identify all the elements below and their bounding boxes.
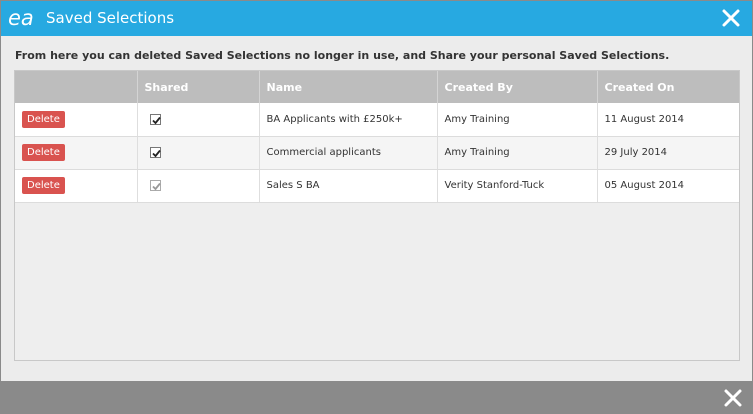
- name-cell: Sales S BA: [259, 169, 438, 203]
- header-row: Shared Name Created By Created On: [15, 71, 739, 103]
- delete-button[interactable]: Delete: [22, 144, 65, 161]
- checkmark-icon: [151, 182, 161, 191]
- dialog-footer: [1, 381, 752, 414]
- delete-button[interactable]: Delete: [22, 110, 65, 128]
- shared-checkbox[interactable]: [149, 113, 161, 125]
- saved-selections-grid: Shared Name Created By Created On Delete…: [14, 70, 740, 361]
- table-row: Delete Commercial applicants Amy Trainin…: [15, 136, 739, 170]
- shared-checkbox: [149, 179, 161, 191]
- created-on-cell: 11 August 2014: [597, 103, 739, 137]
- column-header-shared[interactable]: Shared: [137, 71, 260, 103]
- created-by-cell: Amy Training: [437, 103, 598, 137]
- name-cell: BA Applicants with £250k+: [259, 103, 438, 137]
- table-row: Delete BA Applicants with £250k+ Amy Tra…: [15, 103, 739, 137]
- checkmark-icon: [151, 149, 161, 158]
- created-by-cell: Verity Stanford-Tuck: [437, 169, 598, 203]
- created-on-cell: 29 July 2014: [597, 136, 739, 170]
- name-cell: Commercial applicants: [259, 136, 438, 170]
- column-header-actions: [15, 71, 138, 103]
- titlebar: ea Saved Selections: [1, 1, 752, 36]
- saved-selections-dialog: ea Saved Selections From here you can de…: [0, 0, 753, 414]
- created-on-cell: 05 August 2014: [597, 169, 739, 203]
- ea-logo: ea: [8, 6, 34, 30]
- column-header-name[interactable]: Name: [259, 71, 438, 103]
- shared-checkbox[interactable]: [149, 146, 161, 158]
- close-icon[interactable]: [720, 7, 742, 29]
- close-icon[interactable]: [722, 387, 744, 409]
- intro-text: From here you can deleted Saved Selectio…: [15, 49, 670, 62]
- checkmark-icon: [151, 116, 161, 124]
- column-header-created-by[interactable]: Created By: [437, 71, 598, 103]
- delete-button[interactable]: Delete: [22, 177, 65, 194]
- dialog-title: Saved Selections: [46, 9, 175, 27]
- table-row: Delete Sales S BA Verity Stanford-Tuck 0…: [15, 169, 739, 203]
- column-header-created-on[interactable]: Created On: [597, 71, 739, 103]
- svg-text:ea: ea: [8, 6, 34, 30]
- created-by-cell: Amy Training: [437, 136, 598, 170]
